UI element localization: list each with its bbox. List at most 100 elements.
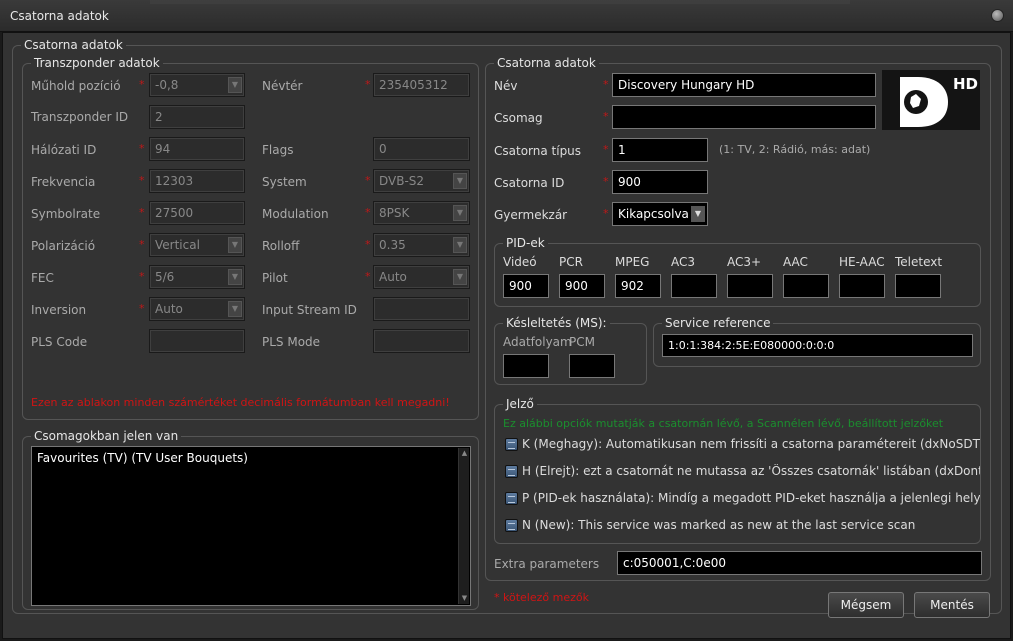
list-item[interactable]: Favourites (TV) (TV User Bouquets) [37, 451, 248, 465]
pid-teletext-field[interactable] [895, 274, 941, 298]
input-stream-id-field[interactable] [373, 297, 470, 321]
flag-pids-text: P (PID-ek használata): Mindíg a megadott… [522, 491, 980, 505]
pid-heaac-field[interactable] [839, 274, 885, 298]
bouquets-group-title: Csomagokban jelen van [31, 429, 182, 443]
required-marker: * [603, 143, 609, 156]
chevron-down-icon[interactable]: ▼ [228, 77, 242, 93]
required-marker: * [365, 206, 371, 219]
background-window-strip [150, 0, 850, 4]
pls-mode-label: PLS Mode [262, 335, 321, 349]
flag-pids-checkbox[interactable] [505, 492, 518, 505]
modulation-value: 8PSK [379, 206, 410, 220]
network-id-label: Hálózati ID [31, 143, 97, 157]
chevron-down-icon[interactable]: ▼ [228, 301, 242, 317]
chevron-down-icon[interactable]: ▼ [453, 269, 467, 285]
symbolrate-field[interactable]: 27500 [149, 201, 245, 225]
cancel-button[interactable]: Mégsem [828, 592, 904, 618]
namespace-field[interactable]: 235405312 [373, 73, 470, 97]
channel-name-field[interactable]: Discovery Hungary HD [612, 73, 876, 97]
flag-hide-text: H (Elrejt): ezt a csatornát ne mutassa a… [522, 464, 980, 478]
channel-type-label: Csatorna típus [494, 144, 582, 158]
pid-ac3-field[interactable] [671, 274, 717, 298]
pid-label-video: Videó [503, 255, 537, 269]
pilot-label: Pilot [262, 271, 288, 285]
delay-group-title: Késleltetés (MS): [503, 316, 610, 330]
pid-label-pcr: PCR [559, 255, 583, 269]
pls-code-field[interactable] [149, 329, 245, 353]
pilot-combo[interactable]: Auto ▼ [373, 265, 470, 289]
polarization-combo[interactable]: Vertical ▼ [149, 233, 245, 257]
pid-aac-field[interactable] [783, 274, 829, 298]
channel-id-field[interactable]: 900 [612, 170, 708, 194]
required-marker: * [139, 270, 145, 283]
chevron-down-icon[interactable]: ▼ [453, 237, 467, 253]
extra-parameters-field[interactable]: c:050001,C:0e00 [617, 551, 982, 575]
inversion-combo[interactable]: Auto ▼ [149, 297, 245, 321]
pid-video-field[interactable]: 900 [503, 274, 549, 298]
channel-type-field[interactable]: 1 [612, 138, 708, 162]
required-marker: * [365, 270, 371, 283]
channel-type-hint: (1: TV, 2: Rádió, más: adat) [719, 143, 871, 156]
delay-pcm-field[interactable] [569, 354, 615, 378]
parental-lock-label: Gyermekzár [494, 208, 568, 222]
extra-parameters-label: Extra parameters [494, 557, 600, 571]
polarization-label: Polarizáció [31, 239, 96, 253]
save-button[interactable]: Mentés [914, 592, 990, 618]
namespace-label: Névtér [262, 79, 303, 93]
logo-badge: HD [953, 75, 978, 93]
decimal-warning: Ezen az ablakon minden számértéket decim… [31, 396, 450, 409]
inversion-value: Auto [155, 302, 183, 316]
rolloff-combo[interactable]: 0.35 ▼ [373, 233, 470, 257]
input-stream-id-label: Input Stream ID [262, 303, 357, 317]
system-value: DVB-S2 [379, 174, 425, 188]
symbolrate-label: Symbolrate [31, 207, 101, 221]
chevron-down-icon[interactable]: ▼ [459, 593, 470, 604]
flags-field[interactable]: 0 [373, 137, 470, 161]
chevron-down-icon[interactable]: ▼ [453, 205, 467, 221]
flag-keep-checkbox[interactable] [505, 438, 518, 451]
frequency-field[interactable]: 12303 [149, 169, 245, 193]
delay-stream-field[interactable] [503, 354, 549, 378]
pid-ac3plus-field[interactable] [727, 274, 773, 298]
fec-combo[interactable]: 5/6 ▼ [149, 265, 245, 289]
close-icon[interactable] [991, 9, 1004, 22]
required-fields-note: * kötelező mezők [494, 591, 589, 604]
flags-group-title: Jelző [503, 397, 537, 411]
transponder-group-title: Transzponder adatok [31, 56, 163, 70]
fec-label: FEC [31, 271, 54, 285]
bouquets-list[interactable]: Favourites (TV) (TV User Bouquets) ▲ ▼ [31, 446, 471, 606]
chevron-down-icon[interactable]: ▼ [228, 237, 242, 253]
pid-pcr-field[interactable]: 900 [559, 274, 605, 298]
package-label: Csomag [494, 111, 543, 125]
package-field[interactable] [612, 105, 876, 129]
pid-mpeg-field[interactable]: 902 [615, 274, 661, 298]
chevron-down-icon[interactable]: ▼ [453, 173, 467, 189]
scrollbar[interactable]: ▲ ▼ [458, 448, 469, 604]
flags-label: Flags [262, 143, 294, 157]
satellite-position-combo[interactable]: -0,8 ▼ [149, 73, 245, 97]
flag-hide-checkbox[interactable] [505, 465, 518, 478]
service-reference-field[interactable]: 1:0:1:384:2:5E:E080000:0:0:0 [662, 334, 973, 357]
parental-lock-combo[interactable]: Kikapcsolva ▼ [612, 202, 708, 226]
delay-stream-label: Adatfolyam [503, 335, 572, 349]
flag-new-checkbox[interactable] [505, 519, 518, 532]
network-id-field[interactable]: 94 [149, 137, 245, 161]
pls-mode-field[interactable] [373, 329, 470, 353]
title-bar: Csatorna adatok [0, 0, 1013, 32]
rolloff-label: Rolloff [262, 239, 300, 253]
system-combo[interactable]: DVB-S2 ▼ [373, 169, 470, 193]
required-marker: * [603, 207, 609, 220]
required-marker: * [139, 78, 145, 91]
chevron-down-icon[interactable]: ▼ [691, 206, 705, 222]
pid-label-ac3plus: AC3+ [727, 255, 762, 269]
chevron-up-icon[interactable]: ▲ [459, 448, 470, 459]
transponder-id-field[interactable]: 2 [149, 105, 245, 129]
outer-group-title: Csatorna adatok [21, 38, 126, 52]
required-marker: * [139, 206, 145, 219]
pid-label-aac: AAC [783, 255, 808, 269]
chevron-down-icon[interactable]: ▼ [228, 269, 242, 285]
modulation-combo[interactable]: 8PSK ▼ [373, 201, 470, 225]
channel-group-title: Csatorna adatok [494, 56, 599, 70]
required-marker: * [365, 238, 371, 251]
required-marker: * [365, 174, 371, 187]
